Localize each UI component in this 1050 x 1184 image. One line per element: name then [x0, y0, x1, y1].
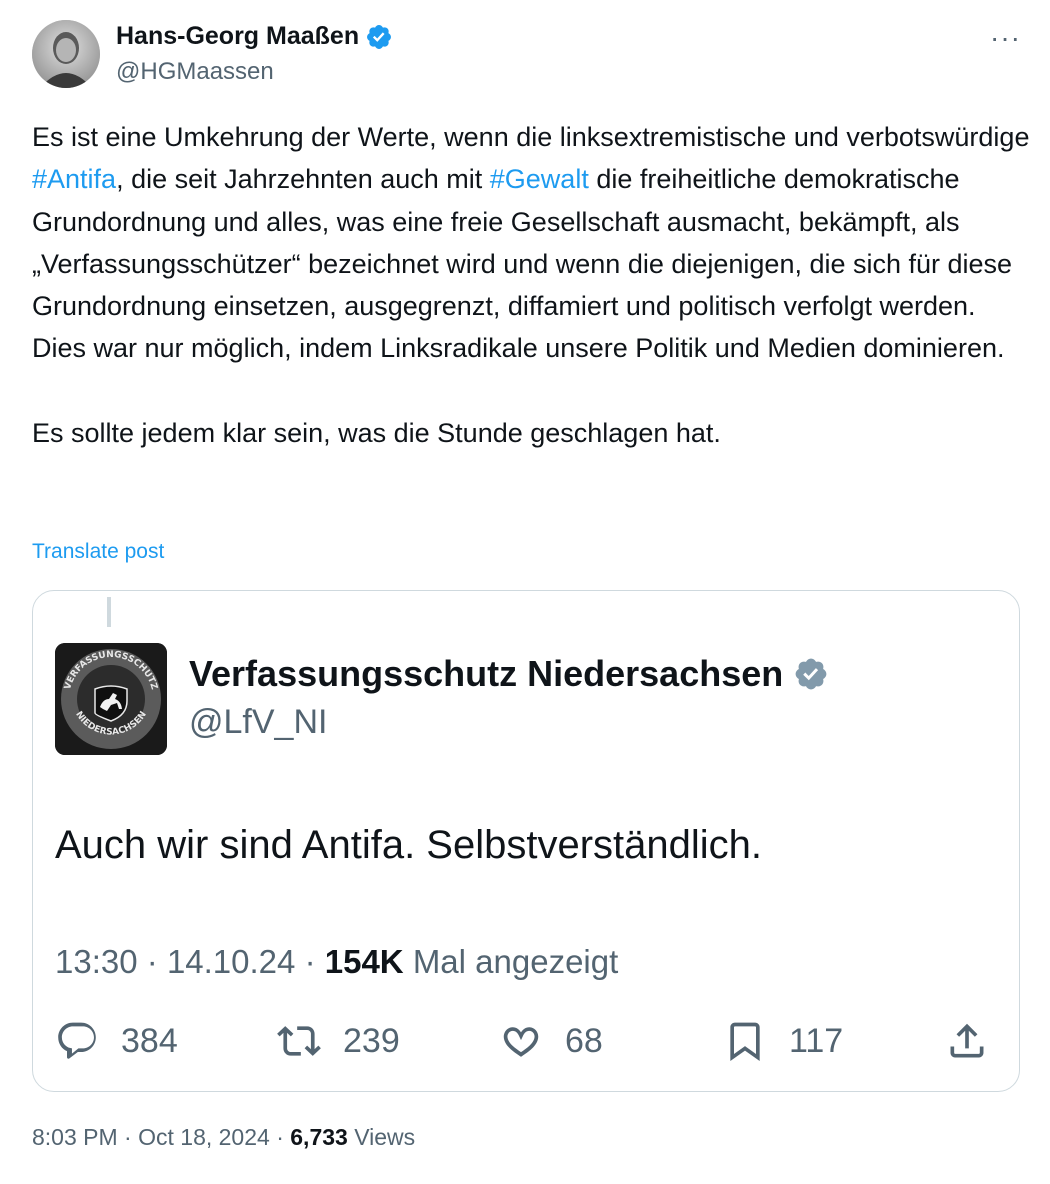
- repost-button[interactable]: 239: [277, 1019, 400, 1063]
- bookmark-button[interactable]: 117: [723, 1019, 843, 1063]
- like-count: 68: [565, 1021, 603, 1060]
- verified-badge-icon: [367, 24, 392, 49]
- quoted-post-meta: 13:30 · 14.10.24 · 154K Mal angezeigt: [55, 943, 618, 981]
- author-name-row[interactable]: Hans-Georg Maaßen: [116, 22, 393, 51]
- translate-post-link[interactable]: Translate post: [32, 540, 164, 564]
- quoted-author-name-row[interactable]: Verfassungsschutz Niedersachsen: [189, 653, 829, 695]
- bookmark-count: 117: [789, 1021, 844, 1060]
- post-date[interactable]: Oct 18, 2024: [138, 1124, 270, 1150]
- separator-dot: ·: [146, 943, 158, 980]
- post-meta: 8:03 PM · Oct 18, 2024 · 6,733 Views: [32, 1124, 415, 1151]
- quoted-views-count: 154K: [324, 943, 404, 980]
- quoted-author-name[interactable]: Verfassungsschutz Niedersachsen: [189, 653, 783, 695]
- quoted-views-label: Mal angezeigt: [412, 943, 619, 980]
- post-paragraph-2: Es sollte jedem klar sein, was die Stund…: [32, 417, 721, 448]
- author-name[interactable]: Hans-Georg Maaßen: [116, 22, 359, 51]
- quoted-author-avatar[interactable]: VERFASSUNGSSCHUTZ NIEDERSACHSEN: [55, 643, 167, 755]
- separator-dot: ·: [304, 943, 316, 980]
- separator-dot: ·: [276, 1124, 284, 1150]
- repost-count: 239: [343, 1021, 400, 1060]
- separator-dot: ·: [124, 1124, 132, 1150]
- hashtag-gewalt[interactable]: #Gewalt: [490, 164, 589, 194]
- like-button[interactable]: 68: [499, 1019, 603, 1063]
- author-avatar[interactable]: [32, 20, 100, 88]
- verified-badge-icon: [795, 658, 827, 690]
- share-button[interactable]: [945, 1019, 989, 1063]
- repost-icon: [277, 1026, 321, 1056]
- heart-icon: [503, 1027, 539, 1057]
- quoted-post-time[interactable]: 13:30: [55, 943, 138, 980]
- quoted-action-bar: 384 239 68 117: [33, 1019, 1019, 1079]
- reply-button[interactable]: 384: [55, 1019, 178, 1063]
- quoted-post-date[interactable]: 14.10.24: [167, 943, 295, 980]
- post-time[interactable]: 8:03 PM: [32, 1124, 118, 1150]
- bookmark-icon: [730, 1022, 760, 1062]
- views-label: Views: [354, 1124, 416, 1150]
- verfassungsschutz-logo-icon: VERFASSUNGSSCHUTZ NIEDERSACHSEN: [55, 643, 167, 755]
- post-text-segment: Es ist eine Umkehrung der Werte, wenn di…: [32, 122, 1030, 152]
- hashtag-antifa[interactable]: #Antifa: [32, 164, 116, 194]
- post-paragraph-1: Es ist eine Umkehrung der Werte, wenn di…: [32, 116, 1032, 370]
- share-icon: [950, 1023, 984, 1058]
- quoted-author-handle[interactable]: @LfV_NI: [189, 703, 327, 742]
- views-count: 6,733: [290, 1124, 348, 1150]
- post-text: Es ist eine Umkehrung der Werte, wenn di…: [32, 116, 1032, 454]
- reply-icon: [58, 1022, 96, 1059]
- reply-count: 384: [121, 1021, 178, 1060]
- post-text-segment: , die seit Jahrzehnten auch mit: [116, 164, 490, 195]
- tweet: Hans-Georg Maaßen @HGMaassen ··· Es ist …: [0, 0, 1050, 1184]
- quoted-tweet[interactable]: VERFASSUNGSSCHUTZ NIEDERSACHSEN Verfassu…: [32, 590, 1020, 1092]
- portrait-photo-icon: [32, 20, 100, 88]
- more-horizontal-icon[interactable]: ···: [990, 22, 1021, 54]
- quoted-post-text: Auch wir sind Antifa. Selbstverständlich…: [55, 823, 763, 867]
- thread-line: [107, 597, 111, 627]
- author-handle[interactable]: @HGMaassen: [116, 58, 274, 86]
